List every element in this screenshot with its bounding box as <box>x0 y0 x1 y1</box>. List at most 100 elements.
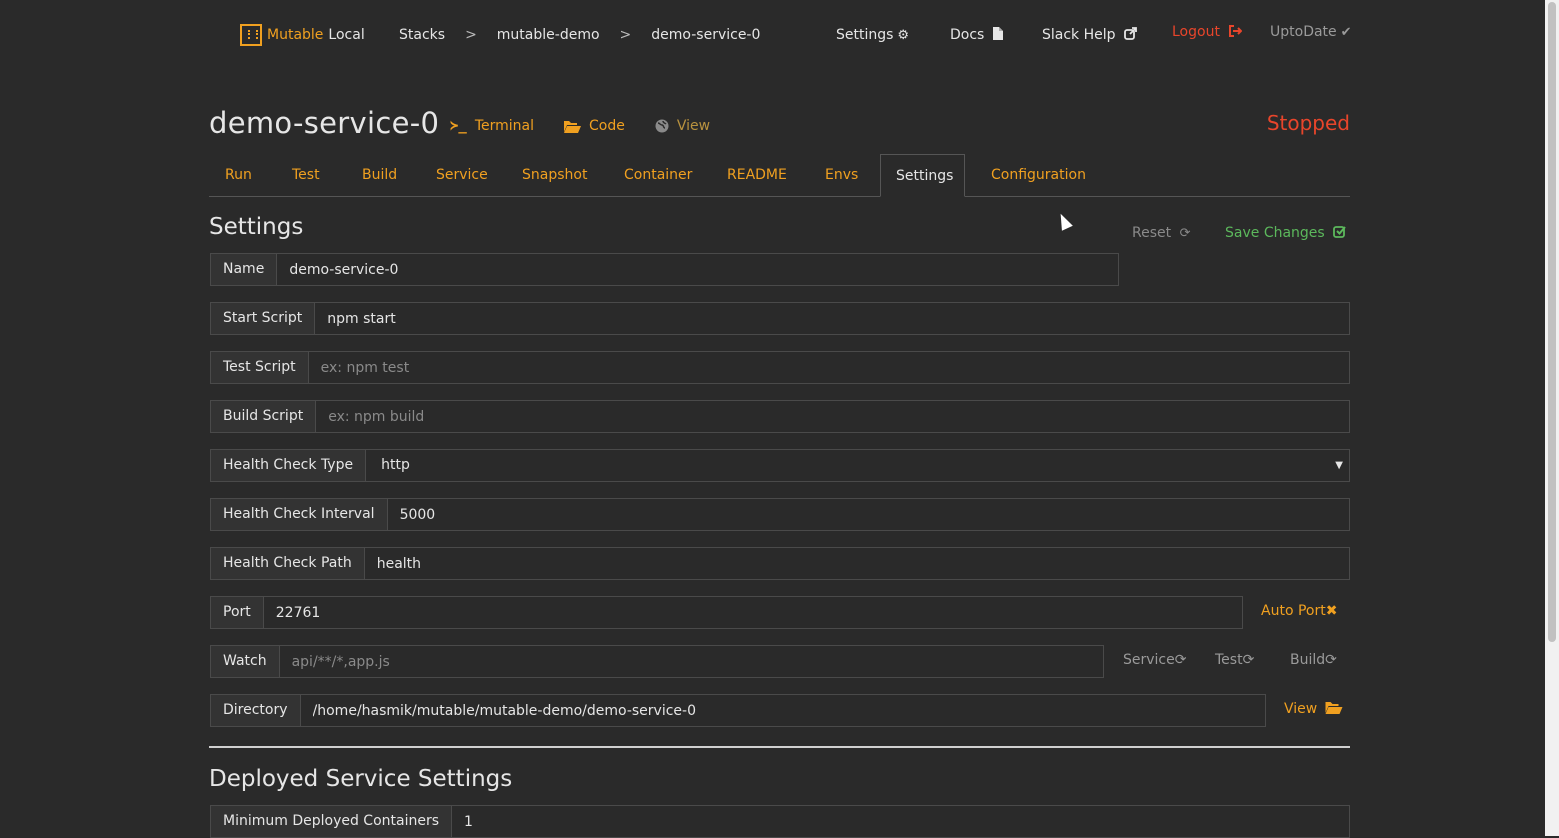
watch-field-group: Watch <box>210 645 1104 678</box>
health-check-path-input[interactable] <box>364 548 1349 579</box>
uptodate-status: UptoDate ✔ <box>1270 24 1352 40</box>
mouse-cursor-icon <box>1055 211 1073 231</box>
code-button[interactable]: Code <box>564 118 625 134</box>
health-check-interval-field-group: Health Check Interval <box>210 498 1350 531</box>
tab-container[interactable]: Container <box>609 154 707 196</box>
tab-readme[interactable]: README <box>712 154 802 196</box>
terminal-button[interactable]: ≻_ Terminal <box>450 118 534 134</box>
brand-name-accent: Mutable <box>267 27 324 43</box>
save-label: Save Changes <box>1225 225 1325 241</box>
breadcrumb-separator: > <box>465 27 477 43</box>
refresh-icon: ⟳ <box>1179 226 1191 241</box>
file-icon <box>992 27 1003 40</box>
service-status: Stopped <box>1266 111 1350 135</box>
health-check-type-label: Health Check Type <box>211 450 367 481</box>
health-check-type-value: http <box>381 457 410 473</box>
nav-settings-label: Settings <box>836 27 894 43</box>
terminal-icon: ≻_ <box>450 118 467 134</box>
health-check-path-label: Health Check Path <box>211 548 365 579</box>
breadcrumb-stack[interactable]: mutable-demo <box>497 27 600 43</box>
min-containers-field-group: Minimum Deployed Containers <box>210 805 1350 838</box>
health-check-type-select[interactable]: http ▼ <box>366 450 1349 481</box>
service-actions: ≻_ Terminal Code View <box>450 118 710 134</box>
tab-settings[interactable]: Settings <box>880 154 965 197</box>
tab-service[interactable]: Service <box>421 154 503 196</box>
watch-label: Watch <box>211 646 280 677</box>
service-tabs: Run Test Build Service Snapshot Containe… <box>209 154 1350 197</box>
watch-service-label: Service <box>1123 652 1175 668</box>
save-changes-button[interactable]: Save Changes <box>1225 225 1346 241</box>
brand[interactable]: Mutable Local <box>240 24 365 46</box>
external-link-icon <box>1124 27 1137 40</box>
breadcrumb: Stacks > mutable-demo > demo-service-0 <box>399 27 760 43</box>
reset-button[interactable]: Reset ⟳ <box>1132 225 1190 241</box>
port-input[interactable] <box>263 597 1242 628</box>
brand-name-rest: Local <box>328 27 365 43</box>
min-containers-input[interactable] <box>452 806 1349 837</box>
nav-slack-help-link[interactable]: Slack Help <box>1042 27 1137 43</box>
service-title: demo-service-0 <box>209 106 440 140</box>
health-check-path-field-group: Health Check Path <box>210 547 1350 580</box>
build-script-field-group: Build Script <box>210 400 1350 433</box>
caret-down-icon: ▼ <box>1335 460 1343 471</box>
build-script-input[interactable] <box>316 401 1349 432</box>
tab-build[interactable]: Build <box>347 154 412 196</box>
view-button[interactable]: View <box>655 118 710 134</box>
reset-label: Reset <box>1132 225 1172 241</box>
logout-link[interactable]: Logout <box>1172 24 1243 40</box>
close-icon: ✖ <box>1325 603 1338 619</box>
start-script-input[interactable] <box>315 303 1349 334</box>
health-check-interval-label: Health Check Interval <box>211 499 388 530</box>
name-label: Name <box>211 254 278 285</box>
code-label: Code <box>589 118 625 134</box>
test-script-input[interactable] <box>308 352 1349 383</box>
auto-port-button[interactable]: Auto Port✖ <box>1261 603 1337 619</box>
scrollbar-thumb[interactable] <box>1548 2 1556 642</box>
refresh-icon: ⟳ <box>1242 652 1255 668</box>
nav-docs-link[interactable]: Docs <box>950 27 1003 43</box>
auto-port-label: Auto Port <box>1261 603 1326 619</box>
tab-configuration[interactable]: Configuration <box>976 154 1101 196</box>
page-scrollbar[interactable] <box>1545 0 1559 836</box>
watch-input[interactable] <box>279 646 1103 677</box>
check-icon: ✔ <box>1340 25 1352 40</box>
tab-test[interactable]: Test <box>277 154 335 196</box>
refresh-icon: ⟳ <box>1174 652 1187 668</box>
refresh-icon: ⟳ <box>1325 652 1337 668</box>
watch-test-toggle[interactable]: Test⟳ <box>1215 652 1254 668</box>
start-script-label: Start Script <box>211 303 316 334</box>
min-containers-label: Minimum Deployed Containers <box>211 806 453 837</box>
breadcrumb-separator: > <box>619 27 632 43</box>
test-script-label: Test Script <box>211 352 309 383</box>
nav-settings-link[interactable]: Settings ⚙ <box>836 27 909 43</box>
sign-out-icon <box>1229 25 1243 37</box>
watch-build-toggle[interactable]: Build⟳ <box>1290 652 1337 668</box>
folder-open-icon <box>564 120 582 133</box>
gear-icon: ⚙ <box>897 28 910 43</box>
globe-icon <box>655 119 669 133</box>
directory-field-group: Directory <box>210 694 1266 727</box>
nav-slack-label: Slack Help <box>1042 27 1116 43</box>
terminal-label: Terminal <box>474 118 535 134</box>
name-field-group: Name <box>210 253 1119 286</box>
tab-run[interactable]: Run <box>210 154 267 196</box>
directory-input[interactable] <box>300 695 1265 726</box>
watch-service-toggle[interactable]: Service⟳ <box>1123 652 1186 668</box>
start-script-field-group: Start Script <box>210 302 1350 335</box>
breadcrumb-stacks[interactable]: Stacks <box>399 27 445 43</box>
tab-snapshot[interactable]: Snapshot <box>507 154 602 196</box>
build-script-label: Build Script <box>211 401 317 432</box>
logout-label: Logout <box>1172 24 1220 40</box>
health-check-interval-input[interactable] <box>387 499 1349 530</box>
name-input[interactable] <box>277 254 1118 285</box>
nav-docs-label: Docs <box>950 27 985 43</box>
port-field-group: Port <box>210 596 1243 629</box>
folder-open-icon <box>1325 702 1343 714</box>
tab-envs[interactable]: Envs <box>810 154 873 196</box>
section-divider <box>209 746 1350 748</box>
settings-title: Settings <box>209 214 304 240</box>
directory-view-button[interactable]: View <box>1284 701 1343 717</box>
top-navbar: Mutable Local Stacks > mutable-demo > de… <box>0 0 1545 72</box>
test-script-field-group: Test Script <box>210 351 1350 384</box>
breadcrumb-service[interactable]: demo-service-0 <box>651 27 760 43</box>
